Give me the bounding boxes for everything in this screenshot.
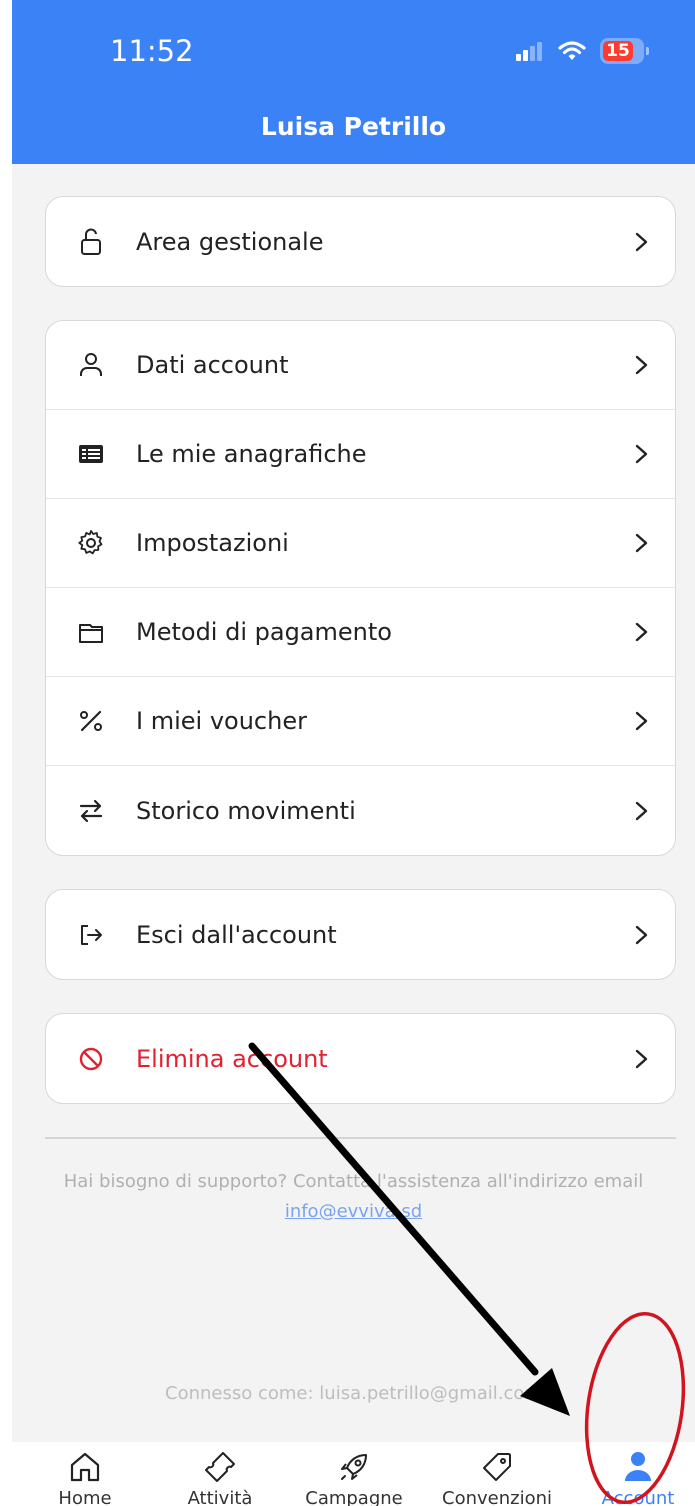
tab-label: Home — [58, 1488, 112, 1506]
app-header: 11:52 15 Luisa Petrillo — [12, 0, 695, 164]
chevron-right-icon — [635, 711, 648, 731]
area-card: Area gestionale — [45, 196, 676, 287]
unlock-icon — [76, 227, 106, 257]
signal-icon — [516, 42, 542, 61]
tab-label: Campagne — [305, 1488, 403, 1506]
support-text: Hai bisogno di supporto? Contatta l'assi… — [12, 1167, 695, 1227]
chevron-right-icon — [635, 801, 648, 820]
rocket-icon — [341, 1454, 367, 1480]
account-content: Area gestionale Dati account Le mie anag… — [12, 164, 695, 1442]
tab-campagne[interactable]: Campagne — [289, 1448, 419, 1506]
menu-item-label: Dati account — [136, 351, 289, 379]
chevron-right-icon — [635, 444, 648, 464]
menu-item-elimina-account[interactable]: Elimina account — [46, 1014, 675, 1103]
account-icon — [625, 1452, 651, 1481]
tab-home[interactable]: Home — [20, 1448, 150, 1506]
menu-item-storico-movimenti[interactable]: Storico movimenti — [46, 766, 675, 855]
list-card-icon — [76, 439, 106, 469]
status-time: 11:52 — [110, 34, 194, 68]
menu-item-label: Storico movimenti — [136, 796, 356, 825]
tab-attivita[interactable]: Attività — [155, 1448, 285, 1506]
menu-item-label: Elimina account — [136, 1044, 328, 1073]
home-icon — [70, 1452, 100, 1482]
menu-item-esci[interactable]: Esci dall'account — [46, 890, 675, 979]
gear-icon — [76, 528, 106, 558]
menu-item-dati-account[interactable]: Dati account — [46, 321, 675, 410]
menu-item-label: Le mie anagrafiche — [136, 440, 367, 468]
menu-item-label: Impostazioni — [136, 529, 289, 557]
connected-as-text: Connesso come: luisa.petrillo@gmail.com — [165, 1383, 542, 1404]
tag-icon — [483, 1453, 511, 1481]
ticket-icon — [205, 1452, 235, 1482]
logout-card: Esci dall'account — [45, 889, 676, 980]
wallet-icon — [76, 617, 106, 647]
account-menu-card: Dati account Le mie anagrafiche Impostaz… — [45, 320, 676, 856]
support-email-link[interactable]: info@evviva.sd — [285, 1201, 422, 1222]
menu-item-label: Area gestionale — [136, 227, 324, 256]
menu-item-voucher[interactable]: I miei voucher — [46, 677, 675, 766]
menu-item-metodi-pagamento[interactable]: Metodi di pagamento — [46, 588, 675, 677]
tab-label: Attività — [187, 1488, 253, 1506]
tab-label: Account — [601, 1488, 675, 1506]
tab-label: Convenzioni — [442, 1488, 552, 1506]
menu-item-label: I miei voucher — [136, 707, 307, 735]
menu-item-anagrafiche[interactable]: Le mie anagrafiche — [46, 410, 675, 499]
chevron-right-icon — [635, 925, 648, 944]
logout-icon — [76, 920, 106, 950]
percent-icon — [76, 706, 106, 736]
chevron-right-icon — [635, 533, 648, 553]
user-icon — [76, 350, 106, 380]
chevron-right-icon — [635, 355, 648, 375]
battery-indicator: 15 — [600, 38, 649, 64]
tab-convenzioni[interactable]: Convenzioni — [432, 1448, 562, 1506]
status-icons: 15 — [516, 36, 649, 66]
menu-item-label: Esci dall'account — [136, 920, 337, 949]
battery-level: 15 — [606, 41, 630, 61]
wifi-icon — [558, 41, 586, 60]
page-title: Luisa Petrillo — [260, 112, 447, 141]
menu-item-label: Metodi di pagamento — [136, 618, 392, 646]
account-screen: 11:52 15 Luisa Petrillo Area gestionale … — [0, 0, 695, 1506]
delete-card: Elimina account — [45, 1013, 676, 1104]
swap-arrows-icon — [76, 796, 106, 826]
prohibited-icon — [76, 1044, 106, 1074]
support-message: Hai bisogno di supporto? Contatta l'assi… — [63, 1171, 644, 1192]
divider — [45, 1137, 676, 1139]
chevron-right-icon — [635, 232, 648, 251]
menu-item-area-gestionale[interactable]: Area gestionale — [46, 197, 675, 286]
chevron-right-icon — [635, 1049, 648, 1068]
tab-account[interactable]: Account — [573, 1448, 695, 1506]
menu-item-impostazioni[interactable]: Impostazioni — [46, 499, 675, 588]
chevron-right-icon — [635, 622, 648, 642]
